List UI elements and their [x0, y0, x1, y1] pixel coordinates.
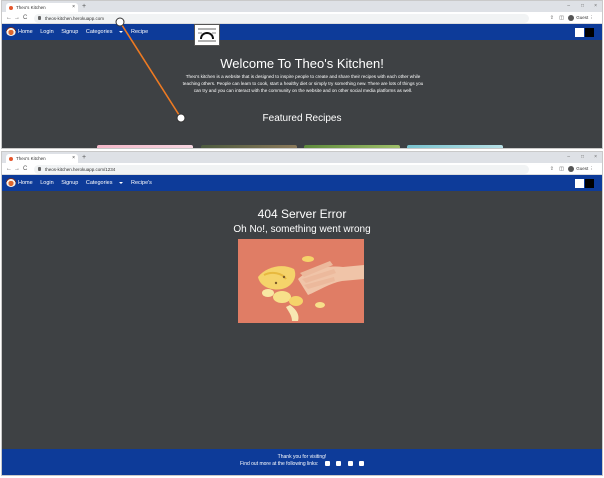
- address-bar: ← → C theos-kitchen.herokuapp.com/1234 ⇪…: [2, 163, 602, 175]
- url-text: theos-kitchen.herokuapp.com: [45, 15, 105, 21]
- tab-close-icon[interactable]: ×: [72, 154, 75, 163]
- nav-categories-label: Categories: [85, 29, 113, 35]
- sidepanel-icon[interactable]: ◫: [559, 13, 564, 23]
- nav-recipes-link[interactable]: Recipe's: [131, 180, 152, 186]
- back-icon[interactable]: ←: [6, 164, 12, 174]
- smashed-banana-hand-image: [238, 239, 364, 323]
- nav-signup-link[interactable]: Signup: [61, 180, 78, 186]
- site-navbar: Home Login Signup Categories Recipe's: [2, 175, 602, 191]
- twitter-icon[interactable]: [336, 461, 342, 467]
- facebook-icon[interactable]: [324, 461, 330, 467]
- error-title: 404 Server Error: [257, 207, 347, 221]
- favicon-icon: [9, 5, 13, 10]
- nav-home-link[interactable]: Home: [18, 29, 33, 35]
- theme-toggle[interactable]: [575, 28, 594, 37]
- bottom-browser-window: Theo's Kitchen × + – □ × ← → C theos-kit…: [1, 151, 603, 476]
- recipe-card[interactable]: [97, 145, 193, 148]
- error-subtitle: Oh No!, something went wrong: [233, 224, 371, 235]
- maximize-icon[interactable]: □: [581, 2, 584, 11]
- profile-label: Guest: [576, 166, 589, 171]
- avatar-icon: [568, 14, 575, 21]
- share-icon[interactable]: ⇪: [550, 13, 554, 23]
- new-tab-button[interactable]: +: [82, 153, 86, 162]
- reload-icon[interactable]: C: [23, 164, 27, 174]
- light-mode-swatch[interactable]: [575, 28, 584, 37]
- url-field[interactable]: theos-kitchen.herokuapp.com: [34, 13, 529, 23]
- forward-icon[interactable]: →: [14, 13, 20, 23]
- lock-icon: [38, 167, 41, 171]
- hero-description: Theo's kitchen is a website that is desi…: [182, 74, 424, 94]
- light-mode-swatch[interactable]: [575, 179, 584, 188]
- zoom-popup: [194, 24, 220, 46]
- chevron-down-icon: [119, 30, 124, 33]
- new-tab-button[interactable]: +: [82, 2, 86, 11]
- tab-bar: Theo's Kitchen × + – □ ×: [2, 1, 602, 12]
- nav-signup-link[interactable]: Signup: [61, 29, 78, 35]
- url-field[interactable]: theos-kitchen.herokuapp.com/1234: [34, 164, 529, 174]
- theme-toggle[interactable]: [575, 179, 594, 188]
- nav-login-link[interactable]: Login: [40, 29, 53, 35]
- tab-bar: Theo's Kitchen × + – □ ×: [2, 152, 602, 163]
- tab-title: Theo's Kitchen: [16, 5, 46, 10]
- instagram-icon[interactable]: [347, 461, 353, 467]
- nav-categories-dropdown[interactable]: Categories: [86, 29, 124, 35]
- site-logo-icon[interactable]: [6, 178, 16, 187]
- featured-heading: Featured Recipes: [262, 113, 342, 124]
- profile-button[interactable]: Guest ⋮: [568, 163, 594, 174]
- back-icon[interactable]: ←: [6, 13, 12, 23]
- reload-icon[interactable]: C: [23, 13, 27, 23]
- youtube-icon[interactable]: [358, 461, 364, 467]
- site-logo-icon[interactable]: [6, 27, 16, 36]
- lock-icon: [38, 16, 41, 20]
- close-window-icon[interactable]: ×: [594, 153, 597, 162]
- nav-categories-label: Categories: [85, 180, 113, 186]
- footer-links-label: Find out more at the following links:: [240, 461, 319, 467]
- tab-close-icon[interactable]: ×: [72, 3, 75, 12]
- recipe-card[interactable]: [304, 145, 400, 148]
- footer-thanks: Thank you for visiting!: [277, 454, 327, 460]
- nav-home-link[interactable]: Home: [18, 180, 33, 186]
- top-browser-window: Theo's Kitchen × + – □ × ← → C theos-kit…: [1, 0, 603, 149]
- close-window-icon[interactable]: ×: [594, 2, 597, 11]
- tab-title: Theo's Kitchen: [16, 156, 46, 161]
- nav-recipes-link[interactable]: Recipe: [131, 29, 148, 35]
- recipe-card[interactable]: [407, 145, 503, 148]
- url-text: theos-kitchen.herokuapp.com/1234: [45, 166, 116, 172]
- dark-mode-swatch[interactable]: [585, 28, 594, 37]
- browser-tab[interactable]: Theo's Kitchen ×: [6, 154, 78, 163]
- address-bar: ← → C theos-kitchen.herokuapp.com ⇪ ◫ Gu…: [2, 12, 602, 24]
- site-navbar: Home Login Signup Categories Recipe: [2, 24, 602, 40]
- maximize-icon[interactable]: □: [581, 153, 584, 162]
- sidepanel-icon[interactable]: ◫: [559, 164, 564, 174]
- dark-mode-swatch[interactable]: [585, 179, 594, 188]
- error-illustration: [238, 239, 364, 323]
- hero-title: Welcome To Theo's Kitchen!: [220, 56, 384, 71]
- avatar-icon: [568, 165, 575, 172]
- chevron-down-icon: [119, 181, 124, 184]
- footer-links-row: Find out more at the following links:: [2, 461, 602, 467]
- forward-icon[interactable]: →: [14, 164, 20, 174]
- profile-label: Guest: [576, 15, 589, 20]
- browser-tab[interactable]: Theo's Kitchen ×: [6, 3, 78, 12]
- nav-login-link[interactable]: Login: [40, 180, 53, 186]
- minimize-icon[interactable]: –: [567, 153, 570, 162]
- recipe-card[interactable]: [201, 145, 297, 148]
- site-footer: Thank you for visiting! Find out more at…: [2, 449, 602, 475]
- share-icon[interactable]: ⇪: [550, 164, 554, 174]
- profile-button[interactable]: Guest ⋮: [568, 12, 594, 23]
- tab-preview-icon: [198, 28, 216, 42]
- favicon-icon: [9, 156, 13, 161]
- nav-categories-dropdown[interactable]: Categories: [86, 180, 124, 186]
- minimize-icon[interactable]: –: [567, 2, 570, 11]
